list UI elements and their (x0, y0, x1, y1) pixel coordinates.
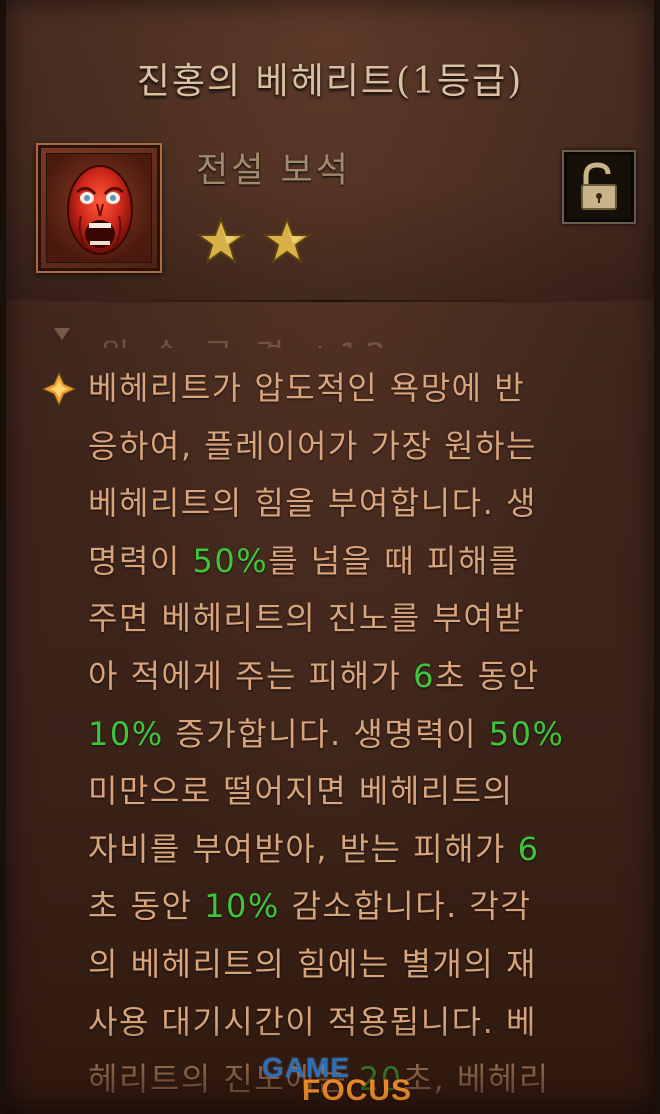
faded-stat-text: 원 속 공 경 +12 (100, 330, 392, 348)
star-icon (262, 216, 312, 265)
description-text: 미만으로 떨어지면 베헤리트의 (88, 772, 514, 811)
description-line: 주면 베헤리트의 진노를 부여받 (88, 590, 638, 648)
affix-diamond-bullet-icon (42, 372, 76, 406)
item-title: 진홍의 베헤리트(1등급) (136, 61, 524, 102)
description-text: 베헤리트가 압도적인 욕망에 반 (88, 369, 526, 407)
description-text: 자비를 부여받아, 받는 피해가 (88, 829, 518, 868)
item-star-rating (196, 216, 312, 266)
item-icon-frame[interactable] (36, 143, 162, 273)
description-text: 베헤리트의 힘을 부여합니다. 생 (88, 484, 537, 523)
description-text: 증가합니다. 생명력이 (163, 714, 489, 753)
description-text: 를 넘을 때 피해를 (268, 541, 520, 580)
description-line: 베헤리트의 힘을 부여합니다. 생 (88, 475, 638, 533)
description-line: 아 적에게 주는 피해가 6초 동안 (88, 648, 638, 706)
faded-stat-line: 원 속 공 경 +12 (52, 324, 452, 348)
description-line: 미만으로 떨어지면 베헤리트의 (88, 763, 638, 821)
description-text: 의 베헤리트의 힘에는 별개의 재 (88, 944, 537, 983)
description-line: 초 동안 10% 감소합니다. 각각 (88, 878, 638, 936)
watermark-focus-text: FOCUS (302, 1074, 412, 1107)
description-line: 응하여, 플레이어가 가장 원하는 (88, 418, 638, 476)
description-text: 초 동안 (88, 887, 205, 926)
highlighted-value: 6 (413, 656, 436, 695)
star-icon (196, 216, 246, 265)
header-divider (6, 300, 654, 302)
description-text: 아 적에게 주는 피해가 (88, 656, 414, 695)
item-rarity-label: 전설 보석 (196, 151, 351, 191)
item-tooltip-panel: 진홍의 베헤리트(1등급) 전설 보석 베헤리트가 압도적인 욕망에 반 응하여… (0, 0, 660, 1114)
highlighted-value: 50% (488, 714, 565, 753)
stat-bullet-icon (54, 328, 70, 340)
description-text: 초 동안 (435, 656, 540, 695)
highlighted-value: 6 (517, 829, 540, 868)
unlocked-padlock-icon (581, 162, 617, 210)
highlighted-value: 10% (88, 714, 164, 753)
screaming-red-face-icon (46, 153, 152, 263)
description-line: 자비를 부여받아, 받는 피해가 6 (88, 821, 638, 879)
watermark-logo: GAME FOCUS (248, 1052, 411, 1108)
item-description: 베헤리트가 압도적인 욕망에 반응하여, 플레이어가 가장 원하는베헤리트의 힘… (88, 360, 638, 1109)
description-text: 명력이 (88, 541, 193, 580)
highlighted-value: 10% (204, 887, 280, 926)
description-line: 의 베헤리트의 힘에는 별개의 재 (88, 936, 638, 994)
description-line: 명력이 50%를 넘을 때 피해를 (88, 533, 638, 591)
description-text: 감소합니다. 각각 (279, 887, 532, 926)
lock-toggle-button[interactable] (562, 150, 636, 224)
description-line: 10% 증가합니다. 생명력이 50% (88, 706, 638, 764)
description-text: 주면 베헤리트의 진노를 부여받 (88, 599, 526, 638)
description-line: 베헤리트가 압도적인 욕망에 반 (88, 360, 638, 418)
highlighted-value: 50% (192, 541, 269, 580)
description-text: 응하여, 플레이어가 가장 원하는 (88, 426, 537, 465)
